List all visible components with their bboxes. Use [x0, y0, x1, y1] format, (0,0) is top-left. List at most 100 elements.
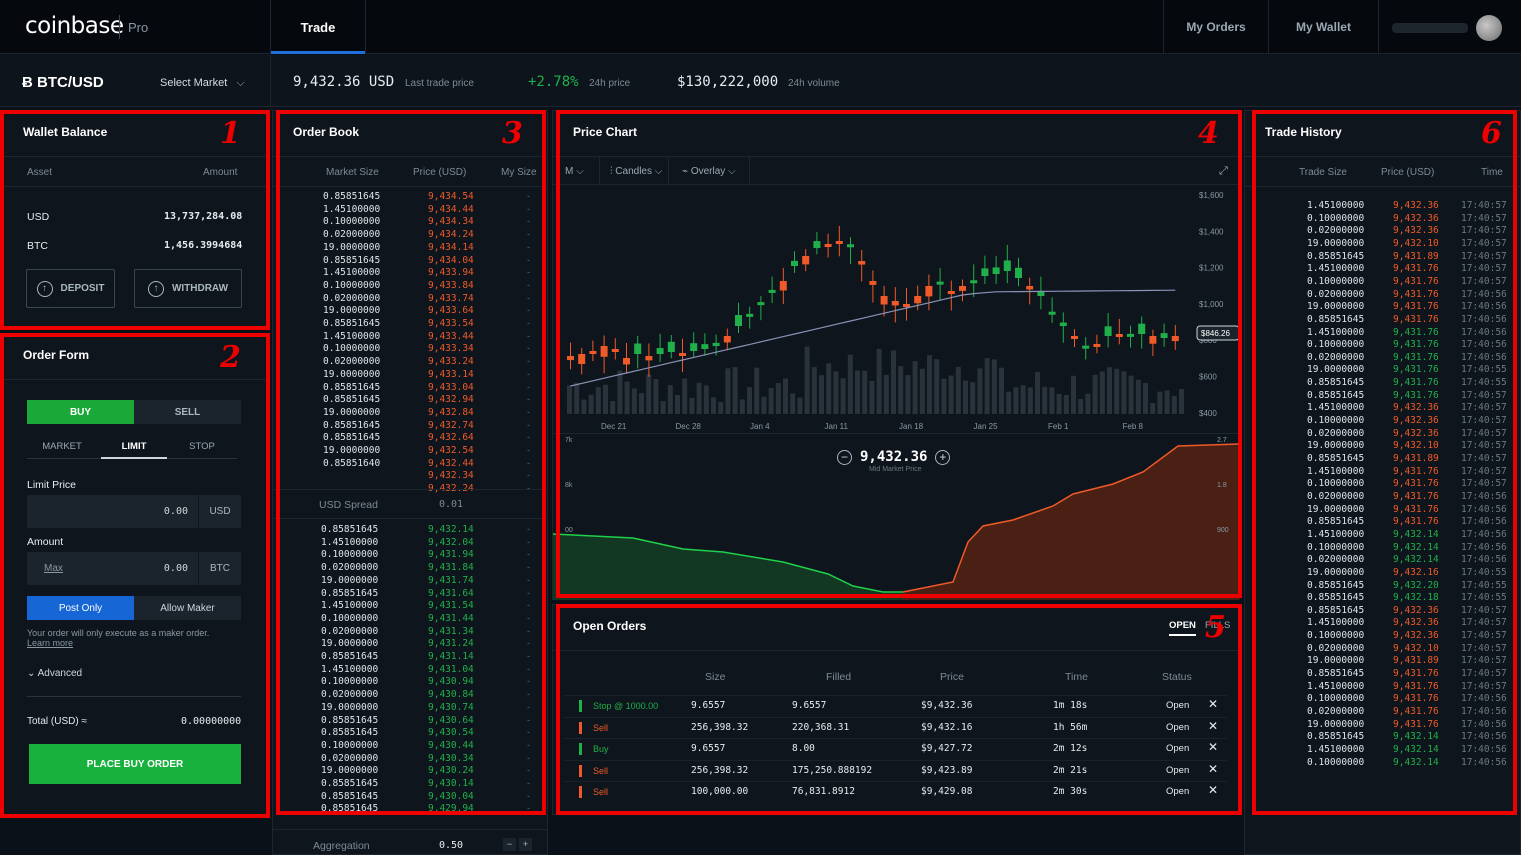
deposit-button[interactable]: ↑ DEPOSIT	[26, 269, 115, 308]
order-book-ask-row[interactable]: 0.85851645 9,432.94 -	[273, 394, 547, 406]
cancel-order-icon[interactable]: ✕	[1208, 762, 1218, 776]
learn-more-link[interactable]: Learn more	[27, 638, 73, 648]
order-book-ask-row[interactable]: 1.45100000 9,433.44 -	[273, 331, 547, 343]
cancel-order-icon[interactable]: ✕	[1208, 698, 1218, 711]
cancel-order-icon[interactable]: ✕	[1208, 719, 1218, 733]
order-book-bid-row[interactable]: 0.85851645 9,430.64 -	[273, 715, 547, 727]
avatar[interactable]	[1476, 15, 1502, 41]
open-order-row[interactable]: Sell 100,000.00 76,831.8912 $9,429.08 2m 30s…	[563, 781, 1227, 801]
order-book-ask-row[interactable]: 0.10000000 9,434.34 -	[273, 216, 547, 228]
order-book-ask-row[interactable]: 0.10000000 9,433.84 -	[273, 280, 547, 292]
order-book-bid-row[interactable]: 0.85851645 9,431.14 -	[273, 651, 547, 663]
my-orders-link[interactable]: My Orders	[1163, 0, 1268, 54]
order-book-bid-row[interactable]: 0.85851645 9,432.14 -	[273, 524, 547, 536]
amount-input[interactable]: Max 0.00	[27, 552, 198, 585]
order-book-ask-row[interactable]: 19.0000000 9,433.64 -	[273, 305, 547, 317]
trade-size: 1.45100000	[1307, 743, 1365, 755]
open-order-row[interactable]: Sell 256,398.32 220,368.31 $9,432.16 1h 56m O…	[563, 716, 1227, 737]
select-market-dropdown[interactable]: Select Market ⌵	[160, 77, 245, 90]
open-order-row[interactable]: Buy 9.6557 8.00 $9,427.72 2m 12s Open ✕	[563, 738, 1227, 758]
order-book-bid-row[interactable]: 0.85851645 9,430.04 -	[273, 791, 547, 803]
order-book-bid-row[interactable]: 0.85851645 9,431.64 -	[273, 588, 547, 600]
open-order-row[interactable]: Stop @ 1000.00 9.6557 9.6557 $9,432.36 1m 18…	[563, 695, 1227, 715]
order-book-ask-row[interactable]: 19.0000000 9,434.14 -	[273, 242, 547, 254]
expand-icon[interactable]: ⤢	[1219, 165, 1228, 178]
volume-bar	[984, 358, 990, 414]
order-book-bid-row[interactable]: 1.45100000 9,431.04 -	[273, 664, 547, 676]
order-book-bid-row[interactable]: 0.10000000 9,431.94 -	[273, 549, 547, 561]
order-book-ask-row[interactable]: 0.85851645 9,432.74 -	[273, 420, 547, 432]
advanced-toggle[interactable]: ⌄ Advanced	[27, 668, 82, 679]
trade-size: 1.45100000	[1307, 617, 1365, 629]
order-book-ask-row[interactable]: 0.85851645 9,433.04 -	[273, 382, 547, 394]
granularity-select[interactable]: M ⌵	[565, 166, 584, 177]
order-book-ask-row[interactable]: 0.85851645 9,433.54 -	[273, 318, 547, 330]
order-book-ask-row[interactable]: 0.85851645 9,432.64 -	[273, 432, 547, 444]
order-book-bid-row[interactable]: 1.45100000 9,432.04 -	[273, 537, 547, 549]
ask-size: 0.85851645	[323, 254, 381, 266]
order-book-ask-row[interactable]: 0.10000000 9,433.34 -	[273, 343, 547, 355]
order-book-ask-row[interactable]: 9,432.34 -	[273, 470, 547, 482]
limit-price-input[interactable]: 0.00	[27, 495, 198, 528]
side-indicator	[579, 743, 582, 755]
order-book-ask-row[interactable]: 1.45100000 9,433.94 -	[273, 267, 547, 279]
sell-toggle[interactable]: SELL	[134, 400, 241, 424]
market-pair[interactable]: Ƀ BTC/USD	[22, 74, 104, 91]
order-book-ask-row[interactable]: 19.0000000 9,432.54 -	[273, 445, 547, 457]
tab-stop[interactable]: STOP	[169, 441, 235, 452]
coinbase-logo[interactable]: coinbase	[25, 13, 124, 39]
post-only-toggle[interactable]: Post Only	[27, 596, 134, 620]
bid-price: 9,430.04	[428, 790, 474, 802]
order-book-bid-row[interactable]: 19.0000000 9,430.74 -	[273, 702, 547, 714]
place-buy-order-button[interactable]: PLACE BUY ORDER	[29, 744, 241, 784]
order-book-bid-row[interactable]: 1.45100000 9,431.54 -	[273, 600, 547, 612]
order-book-ask-row[interactable]: 19.0000000 9,432.84 -	[273, 407, 547, 419]
order-book-bid-row[interactable]: 19.0000000 9,431.24 -	[273, 638, 547, 650]
order-book-bid-row[interactable]: 0.10000000 9,431.44 -	[273, 613, 547, 625]
tab-limit[interactable]: LIMIT	[101, 441, 167, 452]
y-axis-label: $1,600	[1199, 191, 1224, 200]
order-book-bid-row[interactable]: 0.10000000 9,430.94 -	[273, 676, 547, 688]
candlestick-chart[interactable]: $1,600$1,400$1,200$1,000$800$600$400Dec …	[553, 186, 1239, 434]
aggregation-decrease-button[interactable]: −	[503, 838, 516, 851]
order-book-bid-row[interactable]: 0.02000000 9,431.84 -	[273, 562, 547, 574]
order-book-bid-row[interactable]: 19.0000000 9,431.74 -	[273, 575, 547, 587]
order-book-ask-row[interactable]: 0.02000000 9,434.24 -	[273, 229, 547, 241]
order-book-bid-row[interactable]: 0.85851645 9,430.14 -	[273, 778, 547, 790]
order-book-bid-row[interactable]: 0.85851645 9,429.94 -	[273, 803, 547, 815]
order-book-bid-row[interactable]: 0.85851645 9,430.54 -	[273, 727, 547, 739]
overlay-select[interactable]: ⌁ Overlay ⌵	[670, 157, 750, 185]
order-book-ask-row[interactable]: 0.85851645 9,434.04 -	[273, 255, 547, 267]
allow-maker-toggle[interactable]: Allow Maker	[134, 596, 241, 620]
trade-time: 17:40:56	[1461, 288, 1507, 300]
trade-time: 17:40:57	[1461, 250, 1507, 262]
order-book-ask-row[interactable]: 0.85851640 9,432.44 -	[273, 458, 547, 470]
trade-time: 17:40:56	[1461, 528, 1507, 540]
order-book-bid-row[interactable]: 0.02000000 9,431.34 -	[273, 626, 547, 638]
tab-market[interactable]: MARKET	[27, 441, 97, 452]
withdraw-button[interactable]: ↑ WITHDRAW	[134, 269, 242, 308]
cancel-order-icon[interactable]: ✕	[1208, 741, 1218, 754]
order-book-ask-row[interactable]: 1.45100000 9,434.44 -	[273, 204, 547, 216]
order-book-bid-row[interactable]: 0.10000000 9,430.44 -	[273, 740, 547, 752]
order-book-ask-row[interactable]: 0.02000000 9,433.74 -	[273, 293, 547, 305]
cancel-order-icon[interactable]: ✕	[1208, 784, 1218, 797]
order-book-ask-row[interactable]: 19.0000000 9,433.14 -	[273, 369, 547, 381]
buy-toggle[interactable]: BUY	[27, 400, 134, 424]
order-book-bid-row[interactable]: 0.02000000 9,430.34 -	[273, 753, 547, 765]
candles-select[interactable]: ⫶ Candles ⌵	[599, 157, 669, 185]
bid-my-size: -	[527, 701, 531, 713]
aggregation-increase-button[interactable]: +	[519, 838, 532, 851]
my-wallet-link[interactable]: My Wallet	[1268, 0, 1378, 54]
max-link[interactable]: Max	[44, 563, 63, 574]
order-book-ask-row[interactable]: 0.02000000 9,433.24 -	[273, 356, 547, 368]
open-order-row[interactable]: Sell 256,398.32 175,250.888192 $9,423.89 2m …	[563, 759, 1227, 780]
bid-my-size: -	[527, 727, 531, 739]
order-book-ask-row[interactable]: 0.85851645 9,434.54 -	[273, 191, 547, 203]
tab-open[interactable]: OPEN	[1169, 620, 1196, 636]
trade-history-row: 1.45100000 9,431.76 17:40:57	[1245, 681, 1521, 693]
depth-chart[interactable]: 7k 8k 00 2.7 1.8 900	[553, 434, 1239, 600]
order-book-bid-row[interactable]: 0.02000000 9,430.84 -	[273, 689, 547, 701]
order-book-bid-row[interactable]: 19.0000000 9,430.24 -	[273, 765, 547, 777]
tab-trade[interactable]: Trade	[270, 0, 366, 54]
